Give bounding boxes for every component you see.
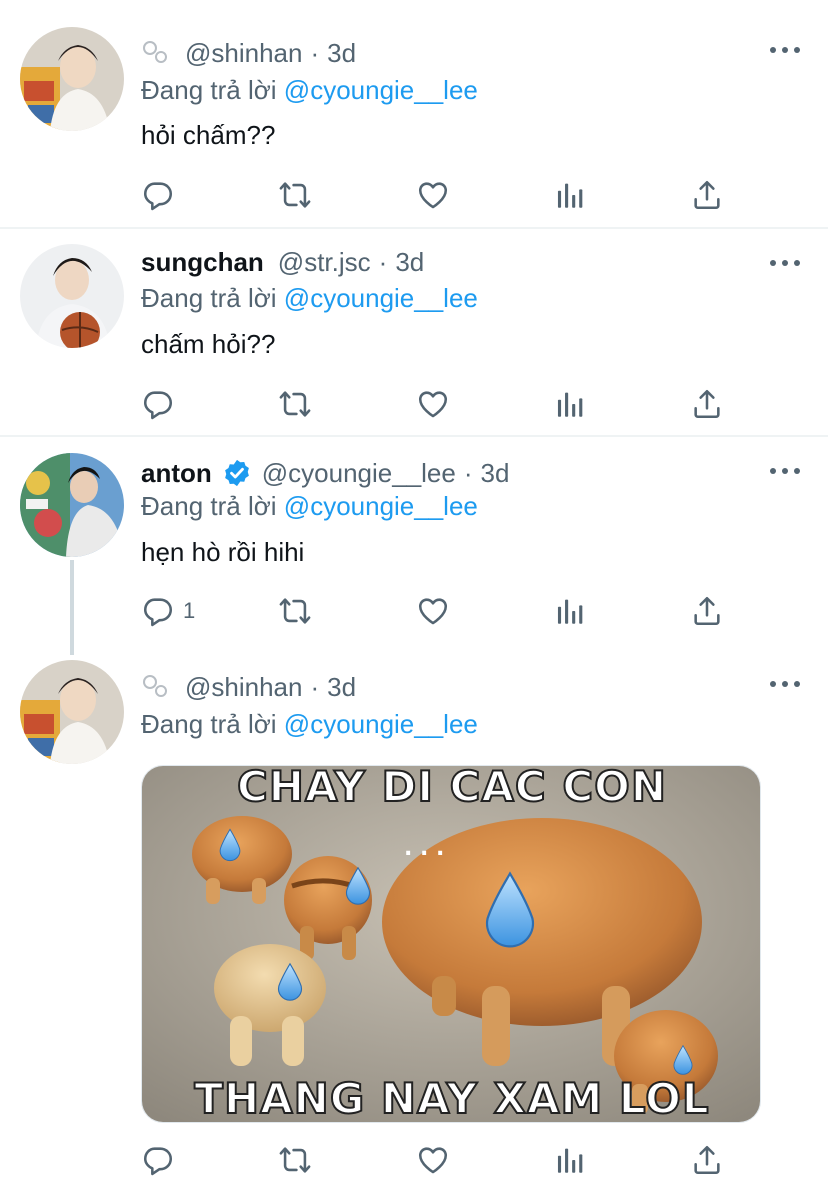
reply-button[interactable] <box>141 384 175 424</box>
share-icon <box>690 1143 724 1177</box>
decoration-icon <box>141 39 169 67</box>
reply-prefix: Đang trả lời <box>141 75 277 105</box>
like-button[interactable] <box>416 384 450 424</box>
analytics-button[interactable] <box>553 175 587 215</box>
analytics-button[interactable] <box>553 591 587 631</box>
timestamp[interactable]: 3d <box>395 247 424 278</box>
separator-dot: · <box>310 671 320 702</box>
replying-to: Đang trả lời @cyoungie__lee <box>141 281 478 315</box>
avatar[interactable] <box>20 453 124 557</box>
reply-icon <box>141 178 175 212</box>
tweet-3[interactable]: anton @cyoungie__lee · 3d Đang trả lời @… <box>0 437 828 647</box>
retweet-icon <box>278 178 312 212</box>
analytics-icon <box>553 178 587 212</box>
tweet-header: anton @cyoungie__lee · 3d <box>141 456 509 490</box>
retweet-button[interactable] <box>278 591 312 631</box>
share-button[interactable] <box>690 175 724 215</box>
replying-to: Đang trả lời @cyoungie__lee <box>141 73 478 107</box>
reply-mention[interactable]: @cyoungie__lee <box>284 283 478 313</box>
tweet-1[interactable]: @shinhan · 3d Đang trả lời @cyoungie__le… <box>0 0 828 228</box>
decoration-icon <box>141 673 169 701</box>
reply-mention[interactable]: @cyoungie__lee <box>284 709 478 739</box>
tweet-text: hỏi chấm?? <box>141 120 276 150</box>
like-button[interactable] <box>416 175 450 215</box>
tweet-actions <box>0 175 828 215</box>
tweet-actions <box>0 1140 828 1180</box>
analytics-icon <box>553 594 587 628</box>
tweet-2[interactable]: sungchan @str.jsc · 3d Đang trả lời @cyo… <box>0 229 828 436</box>
reply-prefix: Đang trả lời <box>141 709 277 739</box>
retweet-icon <box>278 594 312 628</box>
more-icon[interactable] <box>770 40 800 60</box>
separator-dot: · <box>310 37 320 68</box>
separator-dot: · <box>378 246 388 277</box>
like-icon <box>416 178 450 212</box>
more-icon[interactable] <box>770 674 800 694</box>
user-handle[interactable]: @cyoungie__lee <box>262 458 456 489</box>
tweet-actions: 1 <box>0 591 828 631</box>
bread-meme-image <box>142 766 760 1122</box>
share-button[interactable] <box>690 591 724 631</box>
reply-mention[interactable]: @cyoungie__lee <box>284 491 478 521</box>
reply-button[interactable] <box>141 175 175 215</box>
retweet-button[interactable] <box>278 175 312 215</box>
separator-dot: · <box>463 457 473 488</box>
analytics-icon <box>553 1143 587 1177</box>
reply-button[interactable]: 1 <box>141 591 195 631</box>
more-icon[interactable] <box>770 461 800 481</box>
reply-button[interactable] <box>141 1140 175 1180</box>
like-icon <box>416 1143 450 1177</box>
analytics-icon <box>553 387 587 421</box>
user-handle[interactable]: @str.jsc <box>278 247 371 278</box>
avatar[interactable] <box>20 27 124 131</box>
like-icon <box>416 594 450 628</box>
share-icon <box>690 387 724 421</box>
tweet-header: @shinhan · 3d <box>141 670 356 704</box>
tweet-text: chấm hỏi?? <box>141 329 276 359</box>
timestamp[interactable]: 3d <box>481 458 510 489</box>
meme-ellipsis: . . . <box>404 836 445 861</box>
share-button[interactable] <box>690 1140 724 1180</box>
like-button[interactable] <box>416 1140 450 1180</box>
more-icon[interactable] <box>770 253 800 273</box>
share-icon <box>690 594 724 628</box>
user-handle[interactable]: @shinhan <box>185 672 302 703</box>
retweet-button[interactable] <box>278 1140 312 1180</box>
analytics-button[interactable] <box>553 384 587 424</box>
analytics-button[interactable] <box>553 1140 587 1180</box>
tweet-actions <box>0 384 828 424</box>
meme-caption-top: CHAY DI CAC CON <box>236 765 668 812</box>
tweet-header: sungchan @str.jsc · 3d <box>141 245 424 279</box>
timestamp[interactable]: 3d <box>327 38 356 69</box>
like-button[interactable] <box>416 591 450 631</box>
verified-icon <box>224 459 249 487</box>
tweet-header: @shinhan · 3d <box>141 36 356 70</box>
user-name[interactable]: sungchan <box>141 247 264 278</box>
tweet-image[interactable]: CHAY DI CAC CON . . . THANG NAY XAM LOL … <box>141 765 761 1123</box>
reply-count: 1 <box>183 598 196 623</box>
reply-mention[interactable]: @cyoungie__lee <box>284 75 478 105</box>
reply-prefix: Đang trả lời <box>141 283 277 313</box>
avatar[interactable] <box>20 244 124 348</box>
tweet-4[interactable]: @shinhan · 3d Đang trả lời @cyoungie__le… <box>0 650 828 1191</box>
reply-icon <box>141 387 175 421</box>
like-icon <box>416 387 450 421</box>
user-name[interactable]: anton <box>141 458 212 489</box>
retweet-icon <box>278 387 312 421</box>
retweet-icon <box>278 1143 312 1177</box>
meme-caption-bottom: THANG NAY XAM LOL QUA <box>193 1073 710 1123</box>
replying-to: Đang trả lời @cyoungie__lee <box>141 489 478 523</box>
retweet-button[interactable] <box>278 384 312 424</box>
avatar[interactable] <box>20 660 124 764</box>
user-handle[interactable]: @shinhan <box>185 38 302 69</box>
reply-prefix: Đang trả lời <box>141 491 277 521</box>
share-button[interactable] <box>690 384 724 424</box>
replying-to: Đang trả lời @cyoungie__lee <box>141 707 478 741</box>
timestamp[interactable]: 3d <box>327 672 356 703</box>
tweet-text: hẹn hò rồi hihi <box>141 537 305 567</box>
reply-icon <box>141 594 175 628</box>
reply-icon <box>141 1143 175 1177</box>
share-icon <box>690 178 724 212</box>
